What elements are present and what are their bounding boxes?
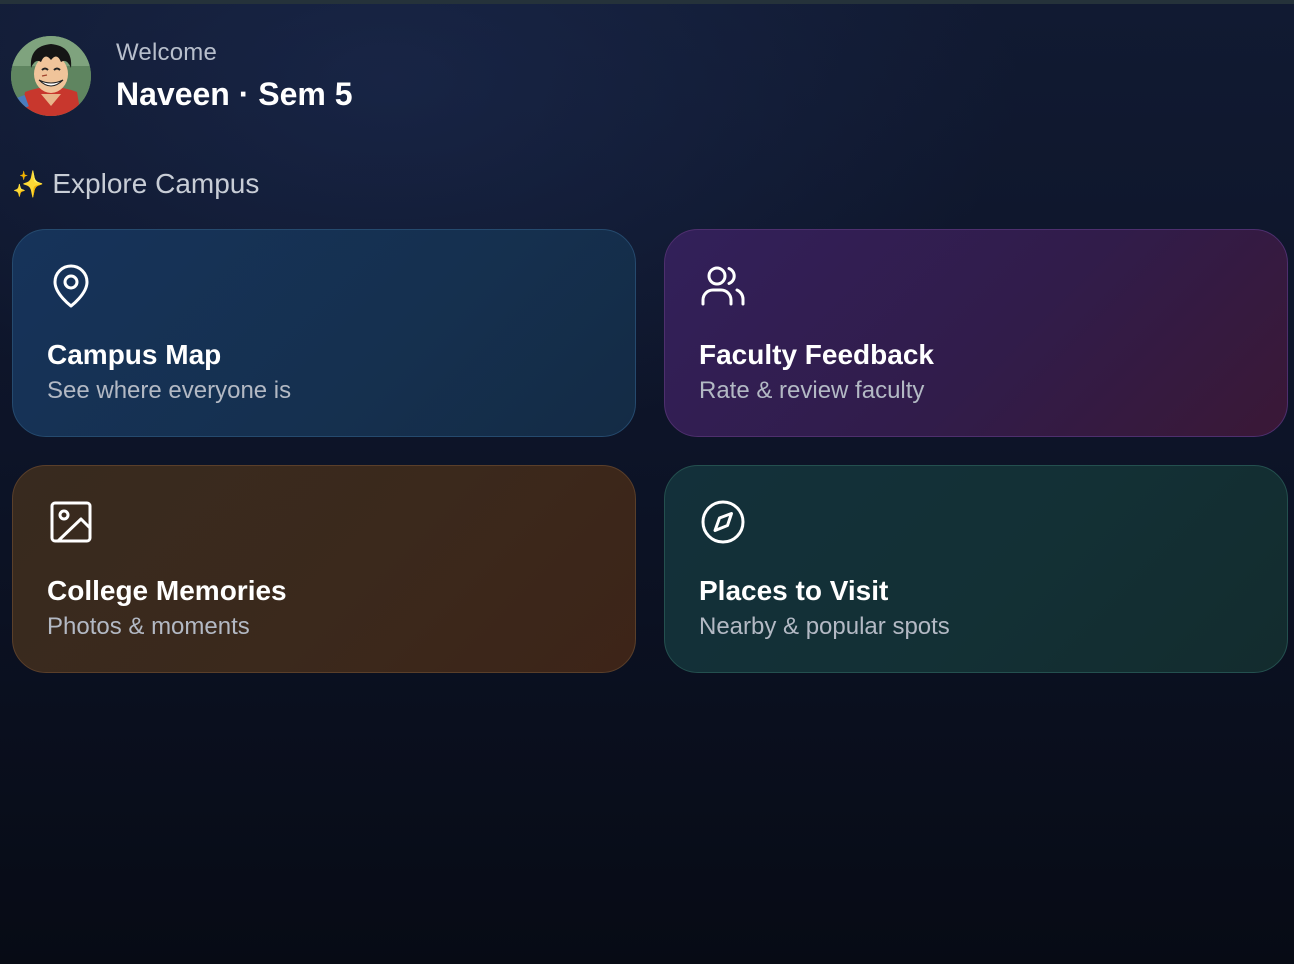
faculty-feedback-card[interactable]: Faculty Feedback Rate & review faculty — [664, 229, 1288, 437]
section-title: ✨ Explore Campus — [12, 166, 259, 202]
users-icon — [701, 266, 745, 306]
image-icon — [50, 501, 92, 543]
compass-icon — [701, 500, 745, 544]
avatar-image — [11, 36, 91, 116]
card-title: Campus Map — [47, 339, 222, 370]
places-to-visit-card[interactable]: Places to Visit Nearby & popular spots — [664, 465, 1288, 673]
card-title: Places to Visit — [699, 575, 889, 606]
college-memories-card[interactable]: College Memories Photos & moments — [12, 465, 636, 673]
section-title-label: Explore Campus — [52, 168, 260, 199]
card-subtitle: Rate & review faculty — [699, 377, 925, 404]
welcome-label: Welcome — [116, 39, 217, 66]
user-name-semester: Naveen · Sem 5 — [116, 76, 353, 112]
card-title: Faculty Feedback — [699, 339, 934, 370]
campus-map-card[interactable]: Campus Map See where everyone is — [12, 229, 636, 437]
card-subtitle: See where everyone is — [47, 377, 292, 404]
card-subtitle: Nearby & popular spots — [699, 613, 950, 640]
sparkles-icon: ✨ — [12, 169, 45, 199]
avatar[interactable] — [11, 36, 91, 116]
user-header: Welcome Naveen · Sem 5 — [11, 36, 353, 116]
card-subtitle: Photos & moments — [47, 613, 250, 640]
card-title: College Memories — [47, 575, 287, 606]
map-pin-icon — [53, 264, 89, 308]
top-divider — [0, 0, 1294, 4]
